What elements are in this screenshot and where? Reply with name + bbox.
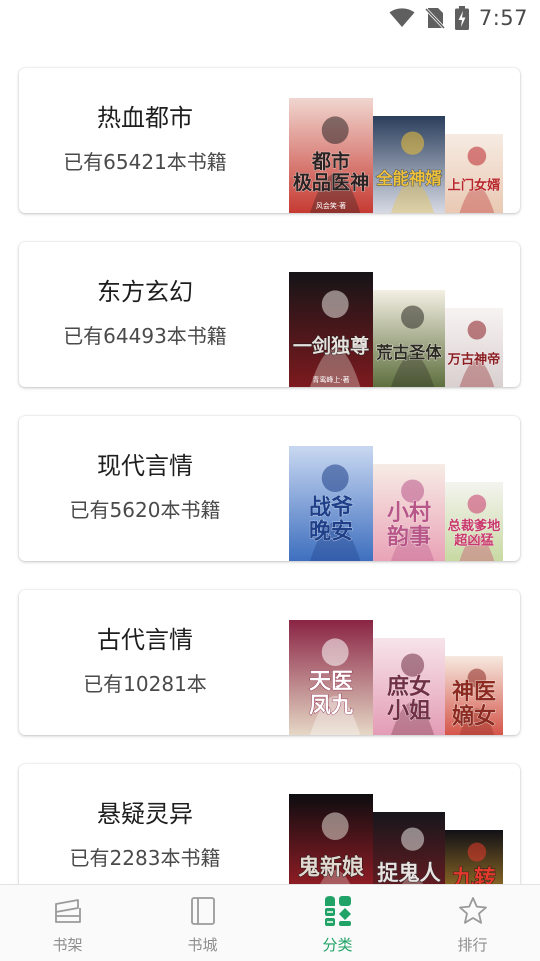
book-cover: 一剑独尊青鸾峰上·著 — [289, 272, 373, 387]
book-covers: 天医 凤九 庶女 小姐 神医 嫡女 — [19, 590, 520, 735]
cover-title-text: 凤九 — [309, 694, 353, 719]
bookstore-icon — [187, 895, 219, 927]
book-cover: 万古神帝 — [445, 308, 503, 387]
cover-title-text: 小姐 — [387, 698, 431, 724]
book-covers: 战爷 晚安 小村 韵事 总裁爹地 超凶猛 — [19, 416, 520, 561]
book-cover: 庶女 小姐 — [373, 638, 445, 735]
category-grid-icon — [322, 895, 354, 927]
cover-title-text: 万古神帝 — [447, 350, 501, 367]
cover-title-text: 全能神婿 — [375, 169, 442, 188]
category-list: 热血都市 已有65421本书籍 都市 极品医神 风会笑·著 全能神婿 上门女婿 东方玄幻 已有… — [0, 0, 540, 884]
book-covers: 一剑独尊 青鸾峰上·著 荒古圣体 万古神帝 — [19, 242, 520, 387]
bookshelf-icon — [52, 895, 84, 927]
tab-label: 分类 — [322, 936, 353, 954]
category-card[interactable]: 现代言情 已有5620本书籍 战爷 晚安 小村 韵事 总裁爹地 超凶猛 — [19, 416, 520, 561]
book-covers: 都市 极品医神 风会笑·著 全能神婿 上门女婿 — [19, 68, 520, 213]
cover-title-text: 鬼新娘 — [298, 855, 364, 881]
cover-title-text: 上门女婿 — [448, 176, 502, 193]
book-cover: 上门女婿 — [445, 134, 503, 213]
cover-title-text: 超凶猛 — [453, 532, 494, 549]
book-cover: 总裁爹地 超凶猛 — [445, 482, 503, 561]
cover-title-text: 神医 — [452, 679, 496, 705]
cover-title-text: 庶女 — [387, 674, 431, 700]
star-icon — [457, 895, 489, 927]
cover-title-text: 晚安 — [309, 519, 353, 545]
category-card[interactable]: 悬疑灵异 已有2283本书籍 鬼新娘 捉鬼人 九转 — [19, 764, 520, 884]
category-card[interactable]: 热血都市 已有65421本书籍 都市 极品医神 风会笑·著 全能神婿 上门女婿 — [19, 68, 520, 213]
cover-author-text: 风会笑·著 — [316, 201, 346, 210]
book-cover: 捉鬼人 — [373, 812, 445, 884]
cover-title-text: 嫡女 — [452, 703, 496, 729]
cover-title-text: 天医 — [309, 669, 353, 694]
cover-title-text: 一剑独尊 — [293, 335, 369, 358]
cover-title-text: 韵事 — [387, 524, 431, 550]
tab-label: 排行 — [457, 936, 488, 954]
book-cover: 九转 — [445, 830, 503, 884]
cover-title-text: 战爷 — [309, 494, 354, 520]
tab-label: 书城 — [187, 936, 218, 954]
cover-author-text: 青鸾峰上·著 — [312, 375, 349, 384]
category-card[interactable]: 古代言情 已有10281本 天医 凤九 庶女 小姐 神医 嫡女 — [19, 590, 520, 735]
bottom-tab-bar: 书架 书城 分类 排行 — [0, 884, 540, 961]
tab-bookstore[interactable]: 书城 — [135, 885, 270, 961]
book-cover: 全能神婿 — [373, 116, 445, 213]
book-cover: 神医 嫡女 — [445, 656, 503, 735]
book-cover: 战爷 晚安 — [289, 446, 373, 561]
cover-title-text: 九转 — [451, 865, 496, 884]
book-cover: 天医 凤九 — [289, 620, 373, 735]
cover-title-text: 都市 — [311, 150, 350, 173]
cover-title-text: 荒古圣体 — [375, 343, 442, 362]
book-cover: 荒古圣体 — [373, 290, 445, 387]
tab-category[interactable]: 分类 — [270, 885, 405, 961]
book-cover: 都市 极品医神风会笑·著 — [289, 98, 373, 213]
cover-title-text: 极品医神 — [293, 171, 369, 194]
book-cover: 小村 韵事 — [373, 464, 445, 561]
book-cover: 鬼新娘 — [289, 794, 373, 884]
tab-ranking[interactable]: 排行 — [405, 885, 540, 961]
book-covers: 鬼新娘 捉鬼人 九转 — [19, 764, 520, 884]
cover-title-text: 捉鬼人 — [377, 860, 441, 884]
category-card[interactable]: 东方玄幻 已有64493本书籍 一剑独尊 青鸾峰上·著 荒古圣体 万古神帝 — [19, 242, 520, 387]
cover-title-text: 总裁爹地 — [448, 517, 501, 534]
tab-label: 书架 — [52, 936, 83, 954]
tab-bookshelf[interactable]: 书架 — [0, 885, 135, 961]
cover-title-text: 小村 — [387, 501, 431, 526]
